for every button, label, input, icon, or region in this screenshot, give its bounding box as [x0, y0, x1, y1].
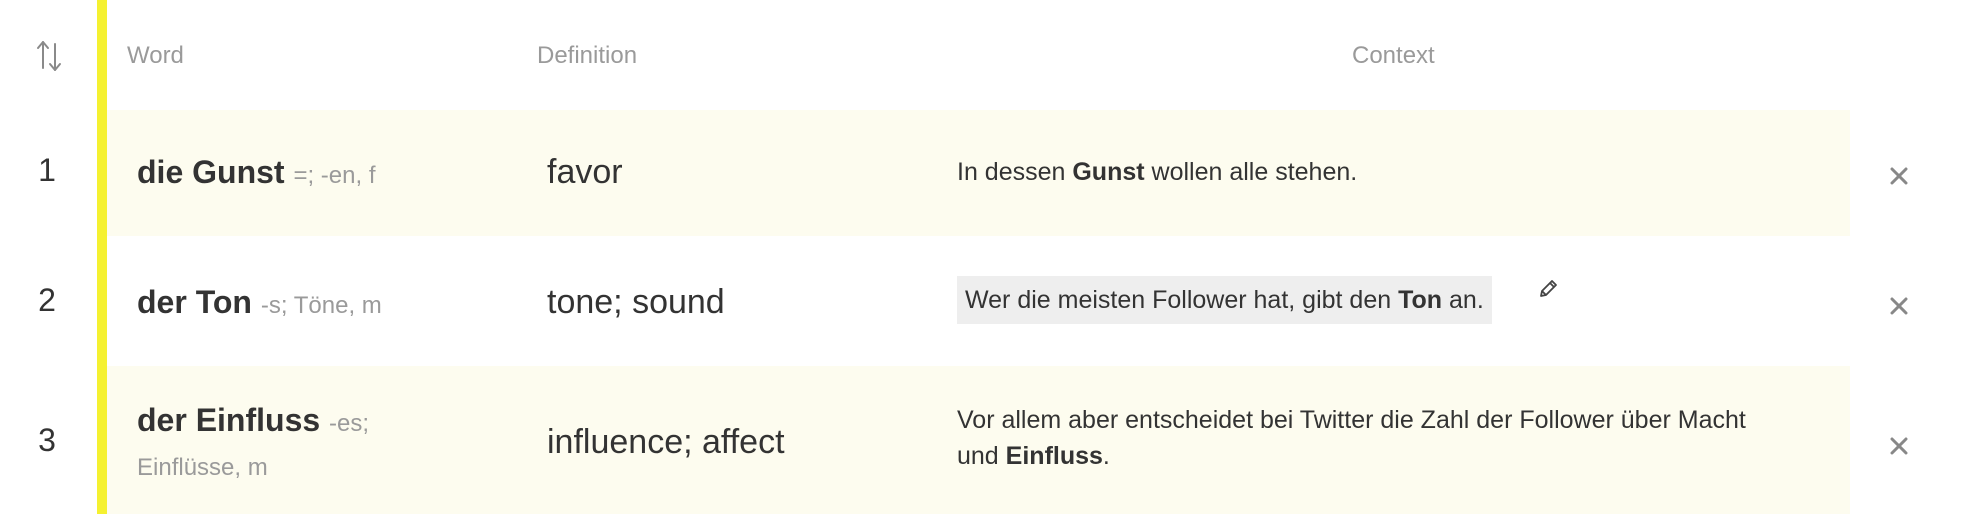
context-after: an.	[1442, 286, 1484, 314]
close-icon[interactable]	[1888, 295, 1910, 317]
word-text: der Einfluss	[137, 402, 321, 438]
word-entry[interactable]: der Einfluss -es; Einflüsse, m	[137, 400, 557, 488]
definition-text[interactable]: favor	[547, 153, 623, 192]
word-text: der Ton	[137, 284, 252, 320]
context-bold: Einfluss	[1005, 442, 1103, 470]
context-text[interactable]: In dessen Gunst wollen alle stehen.	[957, 154, 1357, 190]
context-bold: Ton	[1398, 286, 1443, 314]
row-number: 3	[38, 422, 56, 458]
context-before: und	[957, 442, 1006, 470]
header-context[interactable]: Context	[1352, 42, 1435, 70]
accent-bar	[97, 0, 107, 514]
table-row: 1 die Gunst =; -en, f favor In dessen Gu…	[38, 110, 1961, 236]
word-grammar-line2: Einflüsse, m	[137, 454, 268, 481]
context-after: .	[1102, 442, 1110, 470]
word-grammar: -s; Töne, m	[260, 292, 382, 319]
context-before: In dessen	[957, 158, 1073, 186]
definition-text[interactable]: tone; sound	[547, 283, 725, 322]
word-entry[interactable]: der Ton -s; Töne, m	[137, 282, 557, 326]
close-icon[interactable]	[1888, 435, 1910, 457]
header-definition[interactable]: Definition	[537, 42, 637, 70]
close-icon[interactable]	[1888, 165, 1910, 187]
row-number: 2	[38, 282, 56, 318]
row-number: 1	[38, 152, 56, 188]
table-row: 2 der Ton -s; Töne, m tone; sound Wer di…	[38, 236, 1961, 366]
word-entry[interactable]: die Gunst =; -en, f	[137, 152, 557, 196]
context-text[interactable]: Vor allem aber entscheidet bei Twitter d…	[957, 402, 1746, 474]
context-after: wollen alle stehen.	[1144, 158, 1358, 186]
pencil-icon[interactable]	[1537, 278, 1559, 300]
word-grammar: =; -en, f	[293, 162, 376, 189]
header-word[interactable]: Word	[127, 42, 184, 70]
sort-arrows-icon[interactable]	[36, 38, 62, 74]
word-grammar-line1: -es;	[329, 410, 370, 437]
context-line1: Vor allem aber entscheidet bei Twitter d…	[957, 406, 1746, 434]
context-bold: Gunst	[1072, 158, 1145, 186]
definition-text[interactable]: influence; affect	[547, 423, 785, 462]
context-before: Wer die meisten Follower hat, gibt den	[965, 286, 1399, 314]
word-text: die Gunst	[137, 154, 285, 190]
table-row: 3 der Einfluss -es; Einflüsse, m influen…	[38, 366, 1961, 514]
vocabulary-table: Word Definition Context 1 die Gunst =; -…	[0, 0, 1961, 514]
context-text[interactable]: Wer die meisten Follower hat, gibt den T…	[957, 276, 1492, 324]
